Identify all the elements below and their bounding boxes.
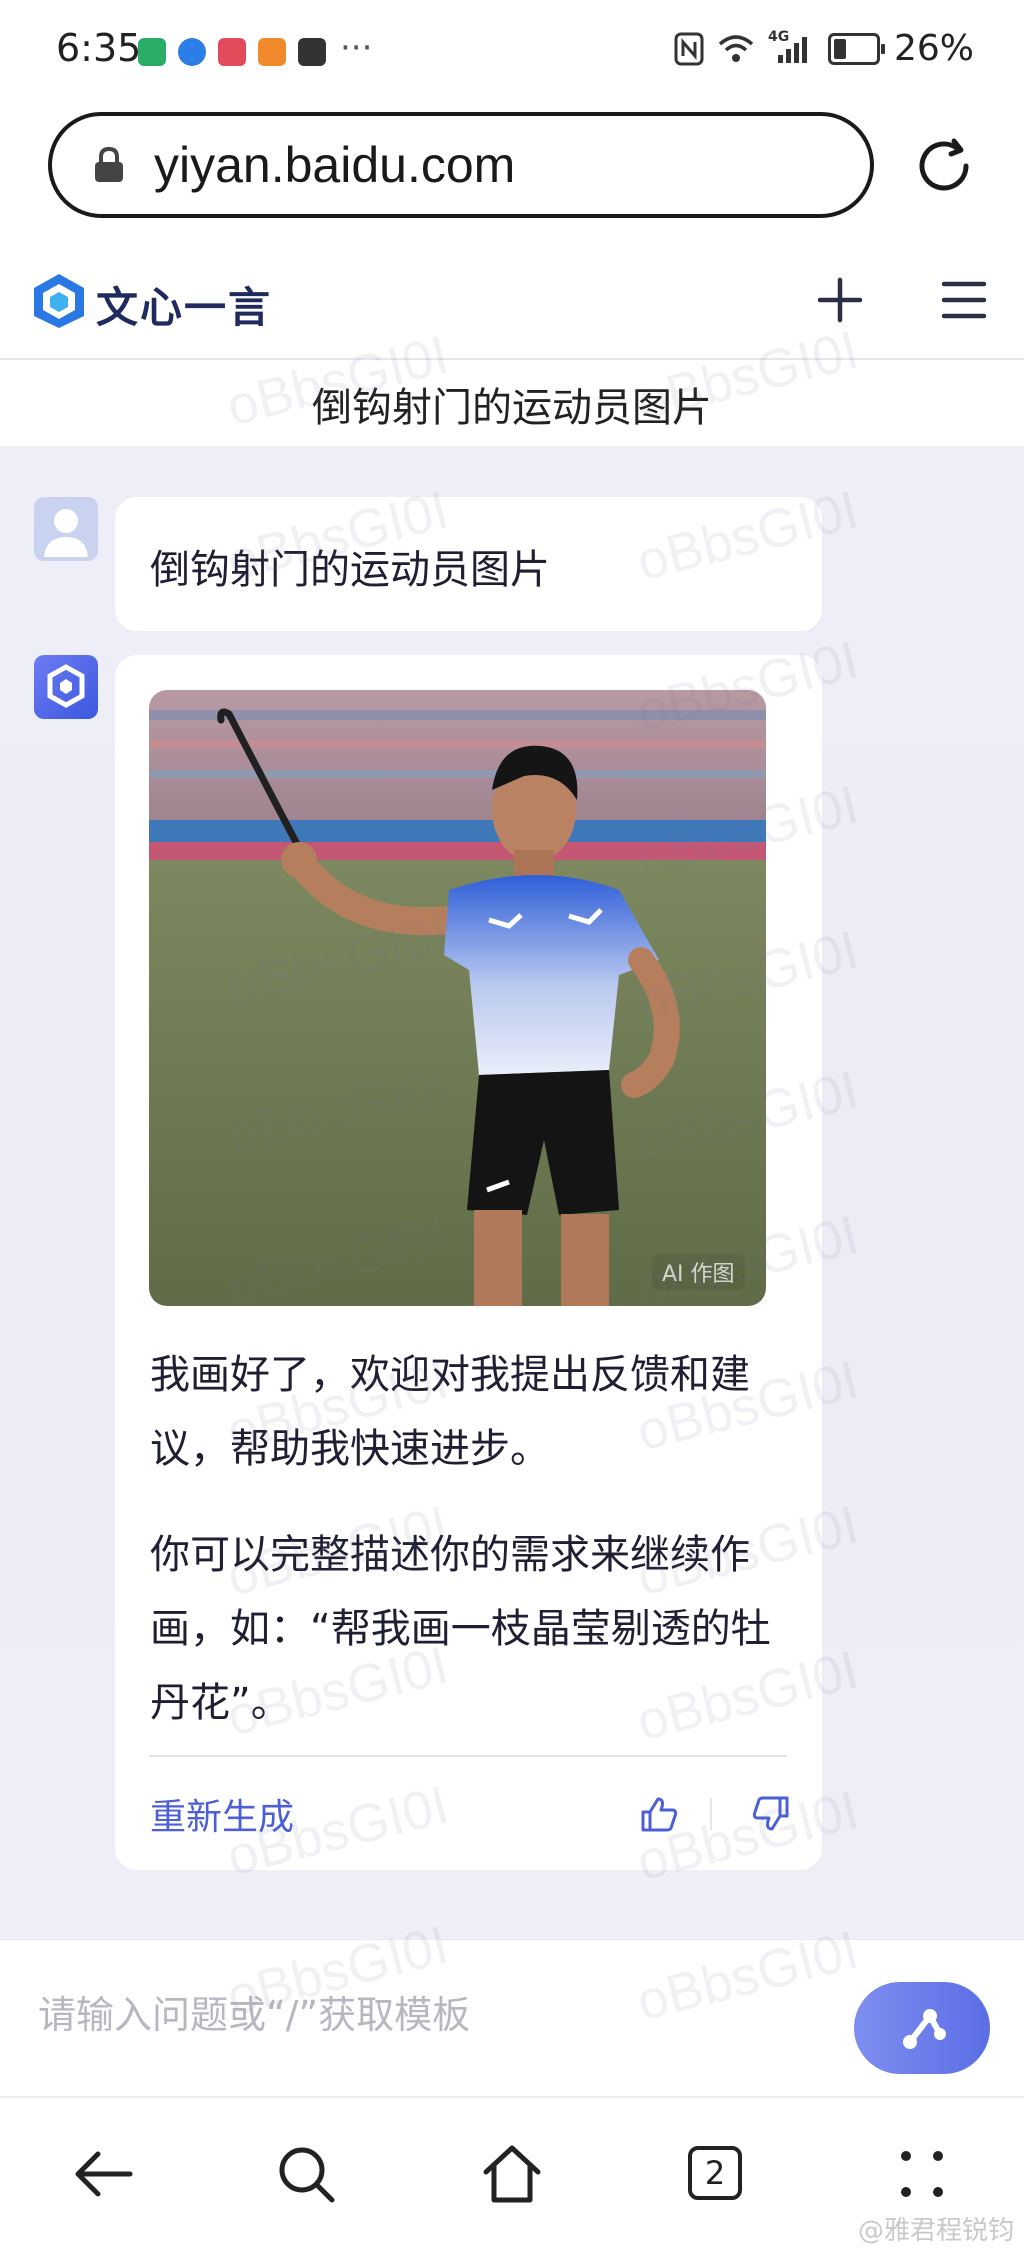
battery-icon — [827, 32, 885, 65]
message-input[interactable] — [36, 1986, 560, 2044]
wenxin-logo-icon[interactable] — [32, 272, 86, 330]
status-more-icon: ··· — [340, 28, 373, 68]
cellular-signal-icon: 4G — [768, 29, 814, 65]
send-button[interactable] — [854, 1982, 990, 2074]
ai-image-badge: AI 作图 — [652, 1254, 745, 1290]
regenerate-button[interactable]: 重新生成 — [150, 1788, 294, 1840]
battery-percent: 26% — [893, 28, 974, 69]
video-icon — [258, 38, 286, 66]
wechat-icon — [138, 38, 166, 66]
thumbs-down-icon[interactable] — [752, 1796, 790, 1832]
bot-avatar-icon — [47, 664, 85, 708]
app-logo-text[interactable]: 文心一言 — [96, 274, 272, 335]
reply-divider — [149, 1755, 787, 1757]
menu-icon[interactable] — [938, 276, 990, 324]
weibo-credit-watermark: @雅君程锐钧 — [857, 2216, 1014, 2246]
tabs-button[interactable]: 2 — [688, 2146, 742, 2200]
status-right-group: 4G 26% — [674, 28, 974, 69]
send-icon — [903, 2009, 946, 2049]
home-icon[interactable] — [480, 2142, 544, 2206]
feedback-separator — [710, 1798, 712, 1830]
thumbs-up-icon[interactable] — [640, 1796, 678, 1832]
url-text[interactable]: yiyan.baidu.com — [154, 136, 515, 194]
chat-title: 倒钩射门的运动员图片 — [312, 385, 712, 431]
user-avatar-icon — [44, 509, 88, 557]
bot-reply-paragraph-2: 你可以完整描述你的需求来继续作画，如：“帮我画一枝晶莹剔透的牡丹花”。 — [150, 1532, 771, 1726]
reload-button[interactable] — [914, 136, 976, 198]
status-time: 6:35 — [56, 26, 142, 70]
new-chat-plus-icon[interactable] — [812, 272, 868, 328]
generated-athlete-image[interactable] — [149, 690, 766, 1306]
url-bar[interactable]: yiyan.baidu.com — [48, 112, 874, 218]
bot-avatar — [34, 655, 98, 719]
mail-icon — [298, 38, 326, 66]
user-message-text: 倒钩射门的运动员图片 — [150, 547, 550, 593]
reader-icon — [218, 38, 246, 66]
bot-reply-paragraph-1: 我画好了，欢迎对我提出反馈和建议，帮助我快速进步。 — [150, 1352, 750, 1472]
user-avatar — [34, 497, 98, 561]
browser-icon — [178, 38, 206, 66]
search-icon[interactable] — [274, 2142, 338, 2206]
nfc-icon — [674, 32, 704, 65]
more-options-icon[interactable] — [890, 2142, 954, 2206]
back-arrow-icon[interactable] — [72, 2142, 136, 2206]
lock-icon — [95, 146, 123, 182]
wifi-icon — [718, 34, 754, 62]
